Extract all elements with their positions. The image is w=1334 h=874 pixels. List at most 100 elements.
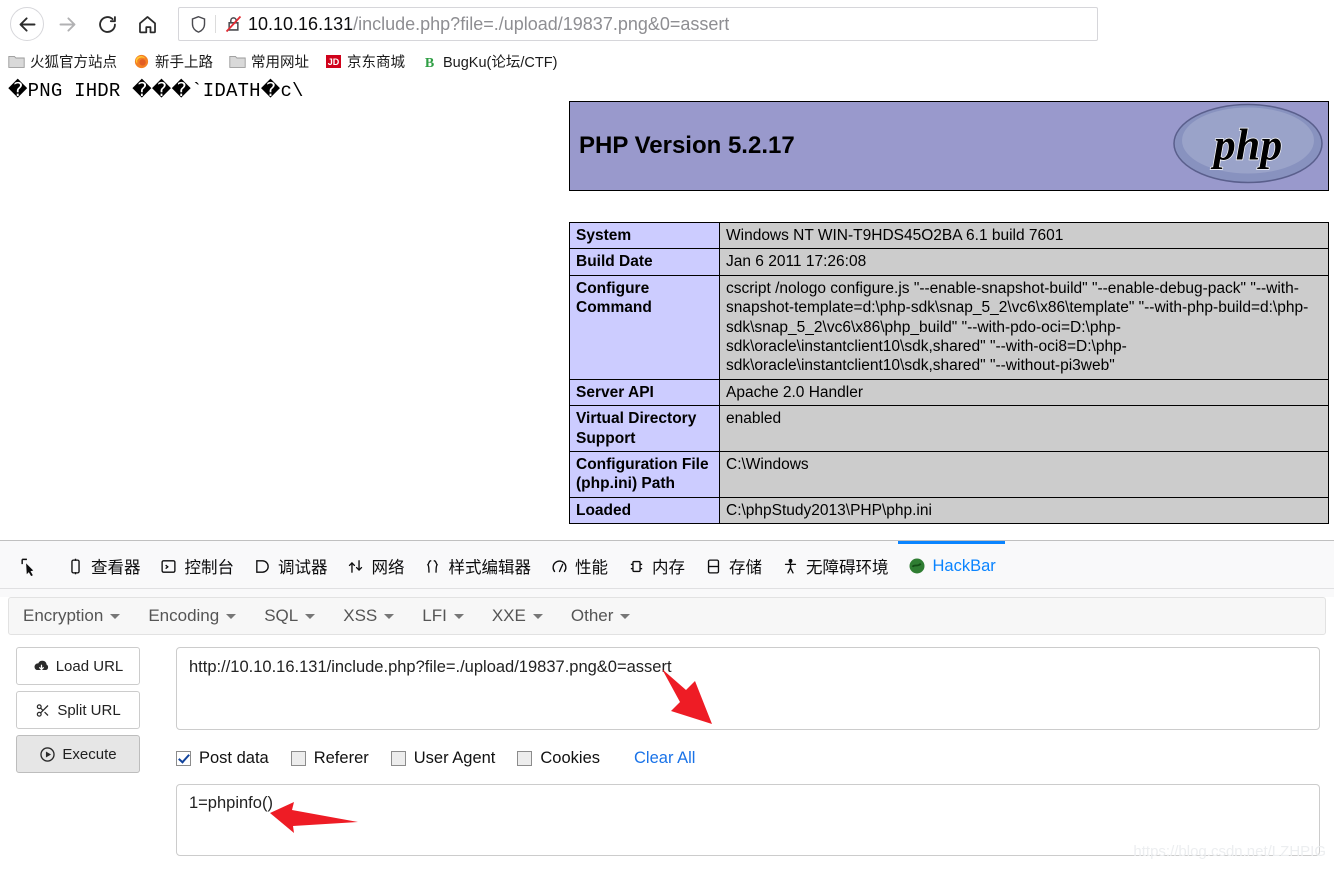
table-cell-value: enabled <box>720 406 1329 452</box>
hackbar-action-buttons: Load URL Split URL Execute <box>16 647 142 856</box>
inspector-icon <box>65 556 85 576</box>
element-picker-button[interactable] <box>8 541 56 589</box>
element-picker-icon <box>18 556 38 576</box>
checkbox-box[interactable] <box>391 751 406 766</box>
svg-text:B: B <box>425 56 434 69</box>
hackbar-panel: Encryption Encoding SQL XSS LFI XXE <box>0 597 1334 874</box>
network-icon <box>346 556 366 576</box>
chevron-down-icon <box>533 614 543 619</box>
hackbar-url-input[interactable]: http://10.10.16.131/include.php?file=./u… <box>176 647 1320 730</box>
hackbar-options-row: Post data Referer User Agent Cookies C <box>176 747 1320 769</box>
performance-icon <box>549 556 569 576</box>
bookmark-bugku[interactable]: B BugKu(论坛/CTF) <box>421 51 557 72</box>
php-logo-icon: php <box>1172 103 1324 190</box>
menu-xxe[interactable]: XXE <box>492 606 543 626</box>
checkbox-box[interactable] <box>176 751 191 766</box>
bookmark-getting-started[interactable]: 新手上路 <box>133 51 213 72</box>
url-host: 10.10.16.131 <box>248 14 353 34</box>
memory-icon <box>626 556 646 576</box>
checkbox-label: User Agent <box>414 749 496 768</box>
tab-label: 内存 <box>652 554 685 578</box>
reload-icon <box>97 14 118 35</box>
menu-encryption[interactable]: Encryption <box>23 606 120 626</box>
table-row: Virtual Directory Support enabled <box>570 406 1329 452</box>
cloud-download-icon <box>33 659 50 673</box>
tab-network[interactable]: 网络 <box>337 541 414 589</box>
address-bar[interactable]: 10.10.16.131/include.php?file=./upload/1… <box>178 7 1098 41</box>
tab-storage[interactable]: 存储 <box>694 541 771 589</box>
checkbox-label: Post data <box>199 749 269 768</box>
tab-hackbar[interactable]: HackBar <box>898 541 1005 589</box>
php-version-label: PHP Version 5.2.17 <box>579 132 795 160</box>
menu-other[interactable]: Other <box>571 606 631 626</box>
shield-icon[interactable] <box>187 13 209 35</box>
execute-button[interactable]: Execute <box>16 735 140 773</box>
devtools-panel: 查看器 控制台 调试器 网络 样式编辑器 <box>0 540 1334 866</box>
checkbox-box[interactable] <box>517 751 532 766</box>
reload-button[interactable] <box>90 7 124 41</box>
tab-label: 调试器 <box>278 554 328 578</box>
hackbar-menubar: Encryption Encoding SQL XSS LFI XXE <box>8 597 1326 635</box>
checkbox-referer[interactable]: Referer <box>291 749 369 768</box>
arrow-left-icon <box>17 14 38 35</box>
tab-label: 存储 <box>729 554 762 578</box>
tab-label: 网络 <box>372 554 405 578</box>
home-button[interactable] <box>130 7 164 41</box>
bookmark-firefox-official[interactable]: 火狐官方站点 <box>8 51 117 72</box>
folder-icon <box>8 54 25 69</box>
checkbox-cookies[interactable]: Cookies <box>517 749 600 768</box>
menu-lfi[interactable]: LFI <box>422 606 464 626</box>
table-cell-key: Virtual Directory Support <box>570 406 720 452</box>
firefox-icon <box>133 54 150 69</box>
tab-accessibility[interactable]: 无障碍环境 <box>771 541 898 589</box>
menu-label: LFI <box>422 606 447 626</box>
checkbox-post-data[interactable]: Post data <box>176 749 269 768</box>
watermark-text: https://blog.csdn.net/LZHPIG <box>1133 843 1326 860</box>
bookmark-jd-mall[interactable]: JD 京东商城 <box>325 51 405 72</box>
checkbox-user-agent[interactable]: User Agent <box>391 749 496 768</box>
button-label: Split URL <box>57 702 120 719</box>
load-url-button[interactable]: Load URL <box>16 647 140 685</box>
tab-label: 性能 <box>575 554 608 578</box>
phpinfo-table: System Windows NT WIN-T9HDS45O2BA 6.1 bu… <box>569 222 1329 524</box>
menu-xss[interactable]: XSS <box>343 606 394 626</box>
tab-memory[interactable]: 内存 <box>617 541 694 589</box>
phpinfo-banner: PHP Version 5.2.17 php <box>569 101 1329 191</box>
png-binary-garbage-text: �PNG IHDR ���`IDATH�c\ <box>8 79 304 102</box>
play-circle-icon <box>39 746 56 763</box>
browser-chrome: 10.10.16.131/include.php?file=./upload/1… <box>0 0 1334 76</box>
back-button[interactable] <box>10 7 44 41</box>
tab-console[interactable]: 控制台 <box>150 541 244 589</box>
menu-label: Encoding <box>148 606 219 626</box>
bugku-icon: B <box>421 54 438 69</box>
arrow-right-icon <box>57 14 78 35</box>
bookmark-common-sites[interactable]: 常用网址 <box>229 51 309 72</box>
browser-navigation-bar: 10.10.16.131/include.php?file=./upload/1… <box>0 0 1334 48</box>
tab-style-editor[interactable]: 样式编辑器 <box>414 541 541 589</box>
lock-crossed-icon[interactable] <box>222 13 244 35</box>
bookmarks-bar: 火狐官方站点 新手上路 常用网址 JD 京东商城 B BugKu(论坛/CTF) <box>0 48 1334 76</box>
menu-encoding[interactable]: Encoding <box>148 606 236 626</box>
chevron-down-icon <box>384 614 394 619</box>
split-url-button[interactable]: Split URL <box>16 691 140 729</box>
menu-label: XSS <box>343 606 377 626</box>
table-cell-key: Build Date <box>570 249 720 275</box>
tab-debugger[interactable]: 调试器 <box>243 541 337 589</box>
table-cell-value: cscript /nologo configure.js "--enable-s… <box>720 275 1329 379</box>
checkbox-label: Referer <box>314 749 369 768</box>
tab-performance[interactable]: 性能 <box>540 541 617 589</box>
table-cell-key: System <box>570 223 720 249</box>
tab-label: 查看器 <box>91 554 141 578</box>
table-cell-value: C:\phpStudy2013\PHP\php.ini <box>720 497 1329 523</box>
tab-label: 控制台 <box>185 554 235 578</box>
chevron-down-icon <box>305 614 315 619</box>
chevron-down-icon <box>620 614 630 619</box>
clear-all-link[interactable]: Clear All <box>634 749 695 768</box>
button-label: Execute <box>62 746 116 763</box>
storage-icon <box>703 556 723 576</box>
checkbox-box[interactable] <box>291 751 306 766</box>
menu-label: Other <box>571 606 614 626</box>
menu-sql[interactable]: SQL <box>264 606 315 626</box>
bookmark-label: 火狐官方站点 <box>30 51 117 72</box>
tab-inspector[interactable]: 查看器 <box>56 541 150 589</box>
